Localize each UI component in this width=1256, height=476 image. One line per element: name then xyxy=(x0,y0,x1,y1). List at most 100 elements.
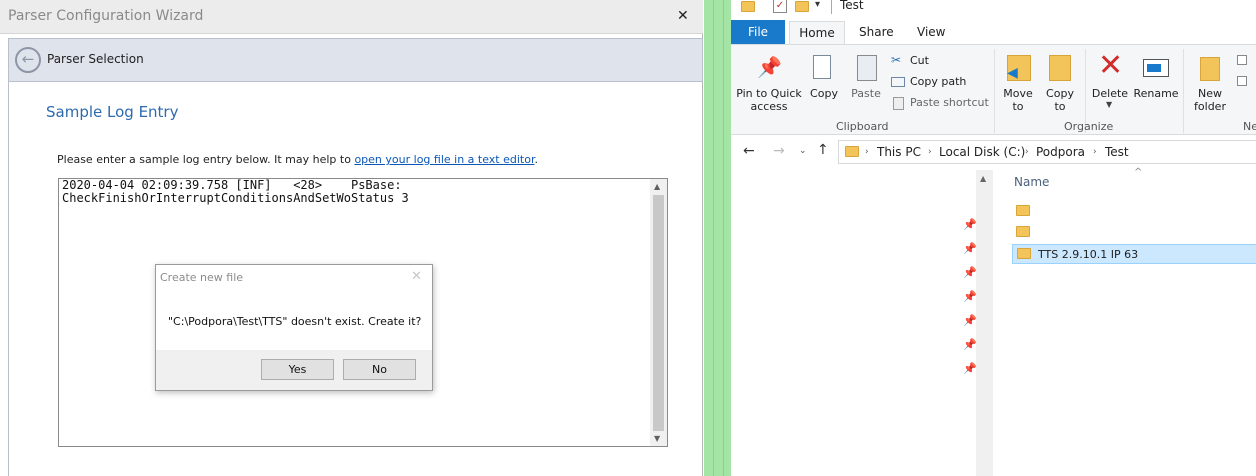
pin-icon: 📌 xyxy=(963,266,977,279)
copy-button[interactable]: Copy xyxy=(807,53,841,115)
chevron-right-icon: › xyxy=(1025,147,1029,157)
folder-icon xyxy=(1017,248,1031,259)
navigation-pane: ▲ 📌 📌 📌 📌 📌 📌 📌 xyxy=(731,170,996,476)
grid-line xyxy=(723,0,724,476)
breadcrumb-this-pc[interactable]: This PC xyxy=(877,145,921,159)
parser-wizard-window: Parser Configuration Wizard ✕ ← Parser S… xyxy=(0,0,703,476)
paste-shortcut-icon xyxy=(893,97,904,110)
new-folder-icon xyxy=(1200,57,1220,81)
new-folder-button[interactable]: New folder xyxy=(1188,53,1232,115)
cut-label: Cut xyxy=(910,54,929,67)
copy-to-icon xyxy=(1049,55,1071,81)
back-arrow-icon[interactable]: ← xyxy=(15,47,41,73)
pin-icon: 📌 xyxy=(963,242,977,255)
tab-home[interactable]: Home xyxy=(789,21,845,45)
file-name: TTS 2.9.10.1 IP 63 xyxy=(1038,248,1139,261)
up-icon[interactable]: ↑ xyxy=(817,142,829,158)
explorer-title: Test xyxy=(840,0,864,12)
new-item-icon[interactable] xyxy=(1237,55,1247,65)
file-list-item[interactable] xyxy=(1012,202,1256,222)
forward-icon[interactable]: → xyxy=(773,143,785,159)
wizard-title: Parser Configuration Wizard xyxy=(8,8,204,24)
pin-icon: 📌 xyxy=(963,218,977,231)
panel-border xyxy=(8,82,9,476)
folder-icon xyxy=(845,146,859,157)
easy-access-icon[interactable] xyxy=(1237,76,1247,86)
move-to-button[interactable]: ◀ Move to xyxy=(1001,53,1035,115)
ribbon-tabs: File Home Share View xyxy=(731,20,1256,45)
organize-group-label: Organize xyxy=(1064,120,1114,133)
copy-to-button[interactable]: Copy to xyxy=(1043,53,1077,115)
rename-label: Rename xyxy=(1133,87,1179,100)
dialog-title: Create new file xyxy=(160,271,244,284)
file-list-item[interactable] xyxy=(1012,223,1256,243)
pin-icon: 📌 xyxy=(963,290,977,303)
divider xyxy=(1183,49,1184,133)
divider xyxy=(994,49,995,133)
dialog-footer: Yes No xyxy=(156,350,432,390)
instruction-text: Please enter a sample log entry below. I… xyxy=(57,153,538,166)
copy-path-button[interactable]: Copy path xyxy=(891,75,991,91)
yes-button[interactable]: Yes xyxy=(261,359,334,380)
sort-ascending-icon[interactable]: ^ xyxy=(1134,167,1142,178)
new-group-label: Ne xyxy=(1243,120,1256,133)
tab-view[interactable]: View xyxy=(917,20,945,44)
open-log-file-link[interactable]: open your log file in a text editor xyxy=(354,153,534,166)
scroll-up-icon[interactable]: ▲ xyxy=(980,174,986,183)
customize-dropdown-icon[interactable]: ▾ xyxy=(815,0,820,10)
move-to-label-2: to xyxy=(1012,100,1024,113)
copy-path-label: Copy path xyxy=(910,75,967,88)
file-list-item-selected[interactable]: TTS 2.9.10.1 IP 63 xyxy=(1012,244,1256,264)
rename-button[interactable]: Rename xyxy=(1133,53,1179,115)
instruction-prefix: Please enter a sample log entry below. I… xyxy=(57,153,355,166)
address-bar[interactable]: › This PC › Local Disk (C:) › Podpora › … xyxy=(838,140,1256,164)
pin-to-quick-access-button[interactable]: 📌 Pin to Quick access xyxy=(735,53,803,115)
section-heading: Sample Log Entry xyxy=(46,103,179,121)
navigation-scrollbar[interactable]: ▲ xyxy=(976,170,993,476)
new-folder-label-1: New xyxy=(1198,87,1222,100)
move-to-label-1: Move xyxy=(1003,87,1033,100)
create-file-dialog: Create new file ✕ "C:\Podpora\Test\TTS" … xyxy=(155,264,433,391)
pin-label-1: Pin to Quick xyxy=(736,87,802,100)
step-title: Parser Selection xyxy=(47,52,144,66)
log-entry-text[interactable]: 2020-04-04 02:09:39.758 [INF] <28> PsBas… xyxy=(62,179,647,205)
properties-icon[interactable]: ✓ xyxy=(773,0,787,13)
paste-shortcut-button[interactable]: Paste shortcut xyxy=(891,96,991,112)
new-folder-icon[interactable] xyxy=(795,1,809,12)
paste-button[interactable]: Paste xyxy=(847,53,885,115)
vertical-scrollbar[interactable]: ▲ ▼ xyxy=(650,179,667,446)
pin-icon: 📌 xyxy=(963,314,977,327)
instruction-suffix: . xyxy=(534,153,538,166)
folder-icon[interactable] xyxy=(741,1,755,12)
tab-file[interactable]: File xyxy=(731,20,785,44)
rename-selection-icon xyxy=(1147,64,1161,72)
breadcrumb-test[interactable]: Test xyxy=(1105,145,1129,159)
arrow-left-icon: ◀ xyxy=(1007,65,1018,81)
wizard-title-bar: Parser Configuration Wizard ✕ xyxy=(0,0,703,34)
breadcrumb-podpora[interactable]: Podpora xyxy=(1036,145,1085,159)
clipboard-group-label: Clipboard xyxy=(836,120,889,133)
delete-button[interactable]: ✕ Delete ▼ xyxy=(1091,49,1129,115)
folder-icon xyxy=(1016,226,1030,237)
no-button[interactable]: No xyxy=(343,359,416,380)
cut-button[interactable]: ✂ Cut xyxy=(891,53,991,69)
close-icon[interactable]: ✕ xyxy=(677,8,689,24)
delete-icon: ✕ xyxy=(1098,48,1124,83)
scroll-thumb[interactable] xyxy=(653,195,664,431)
tab-share[interactable]: Share xyxy=(859,20,894,44)
back-icon[interactable]: ← xyxy=(743,143,755,159)
paste-shortcut-label: Paste shortcut xyxy=(910,96,989,109)
recent-locations-icon[interactable]: ⌄ xyxy=(799,146,807,156)
chevron-right-icon: › xyxy=(865,147,869,157)
scroll-down-icon[interactable]: ▼ xyxy=(654,434,660,443)
dropdown-icon: ▼ xyxy=(1106,100,1113,109)
column-header-name[interactable]: Name xyxy=(1014,175,1049,189)
ribbon: 📌 Pin to Quick access Copy Paste ✂ Cut C… xyxy=(731,44,1256,135)
grid-line xyxy=(713,0,714,476)
breadcrumb-local-disk[interactable]: Local Disk (C:) xyxy=(939,145,1025,159)
pin-icon: 📌 xyxy=(963,362,977,375)
scroll-up-icon[interactable]: ▲ xyxy=(654,182,660,191)
wizard-step-band: ← Parser Selection xyxy=(8,38,703,82)
dialog-close-icon[interactable]: ✕ xyxy=(411,269,422,284)
pin-icon: 📌 xyxy=(757,55,782,79)
